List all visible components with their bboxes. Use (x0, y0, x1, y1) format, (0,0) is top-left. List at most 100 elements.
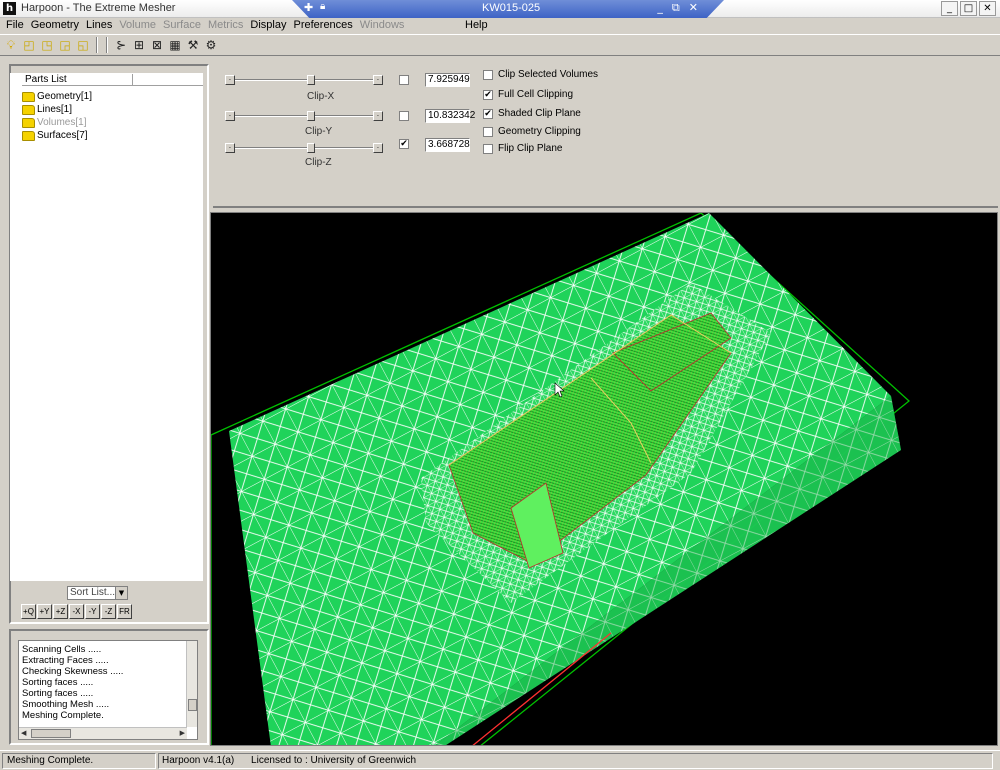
menu-volume[interactable]: Volume (117, 18, 161, 33)
menu-file[interactable]: File (4, 18, 29, 33)
slider-increase-button[interactable]: · (373, 75, 383, 85)
toolbar: 💡︎ ◰ ◳ ◲ ◱ ⊱ ⊞ ⊠ ▦ ⚒ ⚙ (0, 34, 1000, 56)
flip-clip-plane-option[interactable]: Flip Clip Plane (483, 143, 562, 154)
pin-icon[interactable]: ✚ (304, 1, 313, 14)
option-label: Geometry Clipping (498, 126, 581, 137)
window-controls: _ □ ✕ (941, 1, 996, 16)
flip-clip-plane-checkbox[interactable] (483, 143, 493, 154)
scroll-left-icon[interactable]: ◀ (21, 728, 26, 739)
slider-decrease-button[interactable]: · (225, 75, 235, 85)
mesh-icon[interactable]: ⊠ (149, 37, 165, 53)
full-cell-clipping-option[interactable]: ✔ Full Cell Clipping (483, 89, 573, 100)
clip-y-checkbox[interactable] (399, 111, 409, 121)
slider-thumb[interactable] (306, 143, 315, 153)
maximize-button[interactable]: □ (960, 1, 977, 16)
menu-preferences[interactable]: Preferences (291, 18, 357, 33)
clip-z-value[interactable]: 3.668728 (425, 138, 470, 152)
clip-y-label: Clip-Y (305, 126, 333, 137)
cube-icon[interactable]: ◱ (75, 37, 91, 53)
log-horizontal-scrollbar[interactable]: ◀ ▶ (19, 727, 187, 739)
minimize-button[interactable]: _ (941, 1, 958, 16)
menu-surface[interactable]: Surface (161, 18, 206, 33)
shaded-clip-plane-checkbox[interactable]: ✔ (483, 108, 493, 119)
slider-increase-button[interactable]: · (373, 111, 383, 121)
log-line: Scanning Cells ..... (22, 644, 102, 655)
mesh-icon[interactable]: ⊞ (131, 37, 147, 53)
view-plus-q-button[interactable]: +Q (21, 604, 36, 619)
lightbulb-icon[interactable]: 💡︎ (3, 37, 19, 53)
mesh-render[interactable] (211, 213, 998, 746)
menu-metrics[interactable]: Metrics (206, 18, 248, 33)
cube-icon[interactable]: ◲ (57, 37, 73, 53)
lock-icon[interactable]: 🔒︎ (320, 1, 325, 12)
cube-icon[interactable]: ◳ (39, 37, 55, 53)
slider-track[interactable] (235, 79, 373, 81)
clip-z-label: Clip-Z (305, 157, 332, 168)
column-divider[interactable] (132, 74, 133, 86)
view-minus-y-button[interactable]: -Y (85, 604, 100, 619)
view-minus-z-button[interactable]: -Z (101, 604, 116, 619)
scroll-thumb[interactable] (188, 699, 197, 711)
tree-item-label: Surfaces[7] (37, 130, 88, 141)
scroll-right-icon[interactable]: ▶ (180, 728, 185, 739)
close-button[interactable]: ✕ (979, 1, 996, 16)
shaded-clip-plane-option[interactable]: ✔ Shaded Clip Plane (483, 108, 581, 119)
view-front-button[interactable]: FR (117, 604, 132, 619)
tree-item-label: Geometry[1] (37, 91, 93, 102)
tree-item-surfaces[interactable]: Surfaces[7] (22, 129, 92, 142)
slider-decrease-button[interactable]: · (225, 143, 235, 153)
slider-decrease-button[interactable]: · (225, 111, 235, 121)
tools-icon[interactable]: ⚒ (185, 37, 201, 53)
clip-y-slider[interactable]: · · (225, 111, 383, 121)
app-logo-icon: h (3, 2, 16, 15)
folder-icon (22, 130, 35, 141)
3d-viewport[interactable] (210, 212, 998, 746)
full-cell-clipping-checkbox[interactable]: ✔ (483, 89, 493, 100)
grid-icon[interactable]: ▦ (167, 37, 183, 53)
slider-track[interactable] (235, 147, 373, 149)
clip-z-checkbox[interactable]: ✔ (399, 139, 409, 149)
scroll-thumb[interactable] (31, 729, 71, 738)
clip-selected-volumes-checkbox[interactable] (483, 69, 493, 80)
remote-minimize-button[interactable]: _ (657, 1, 663, 15)
remote-close-button[interactable]: ✕ (689, 1, 698, 15)
menu-lines[interactable]: Lines (84, 18, 117, 33)
clip-x-value[interactable]: 7.925949 (425, 73, 470, 87)
log-line: Sorting faces ..... (22, 677, 94, 688)
clip-z-slider[interactable]: · · (225, 143, 383, 153)
view-plus-z-button[interactable]: +Z (53, 604, 68, 619)
menu-windows[interactable]: Windows (358, 18, 410, 33)
geometry-clipping-checkbox[interactable] (483, 126, 493, 137)
tools-icon[interactable]: ⚙ (203, 37, 219, 53)
view-plus-y-button[interactable]: +Y (37, 604, 52, 619)
node-icon[interactable]: ⊱ (113, 37, 129, 53)
slider-track[interactable] (235, 115, 373, 117)
status-license: Licensed to : University of Greenwich (251, 755, 417, 766)
clip-selected-volumes-option[interactable]: Clip Selected Volumes (483, 69, 598, 80)
chevron-down-icon[interactable]: ▼ (115, 587, 127, 599)
window-title: Harpoon - The Extreme Mesher (21, 2, 176, 14)
menu-help[interactable]: Help (465, 19, 488, 31)
tree-item-volumes[interactable]: Volumes[1] (22, 116, 92, 129)
tree-item-geometry[interactable]: Geometry[1] (22, 90, 92, 103)
view-minus-x-button[interactable]: -X (69, 604, 84, 619)
log-vertical-scrollbar[interactable] (186, 641, 197, 727)
remote-session-bar: ✚ 🔒︎ KW015-025 _ ⧉ ✕ (292, 0, 724, 18)
slider-thumb[interactable] (306, 111, 315, 121)
sort-list-select[interactable]: Sort List... ▼ (67, 586, 128, 600)
slider-increase-button[interactable]: · (373, 143, 383, 153)
cube-icon[interactable]: ◰ (21, 37, 37, 53)
remote-restore-button[interactable]: ⧉ (672, 1, 680, 15)
parts-list-header-label[interactable]: Parts List (25, 74, 67, 86)
clip-y-value[interactable]: 10.832342 (425, 109, 475, 123)
slider-thumb[interactable] (306, 75, 315, 85)
menu-geometry[interactable]: Geometry (29, 18, 84, 33)
tree-item-label: Lines[1] (37, 104, 73, 115)
clip-x-checkbox[interactable] (399, 75, 409, 85)
log-output[interactable]: Scanning Cells ..... Extracting Faces ..… (18, 640, 198, 740)
parts-list[interactable] (10, 73, 203, 581)
tree-item-lines[interactable]: Lines[1] (22, 103, 92, 116)
clip-x-slider[interactable]: · · (225, 75, 383, 85)
geometry-clipping-option[interactable]: Geometry Clipping (483, 126, 581, 137)
menu-display[interactable]: Display (248, 18, 291, 33)
